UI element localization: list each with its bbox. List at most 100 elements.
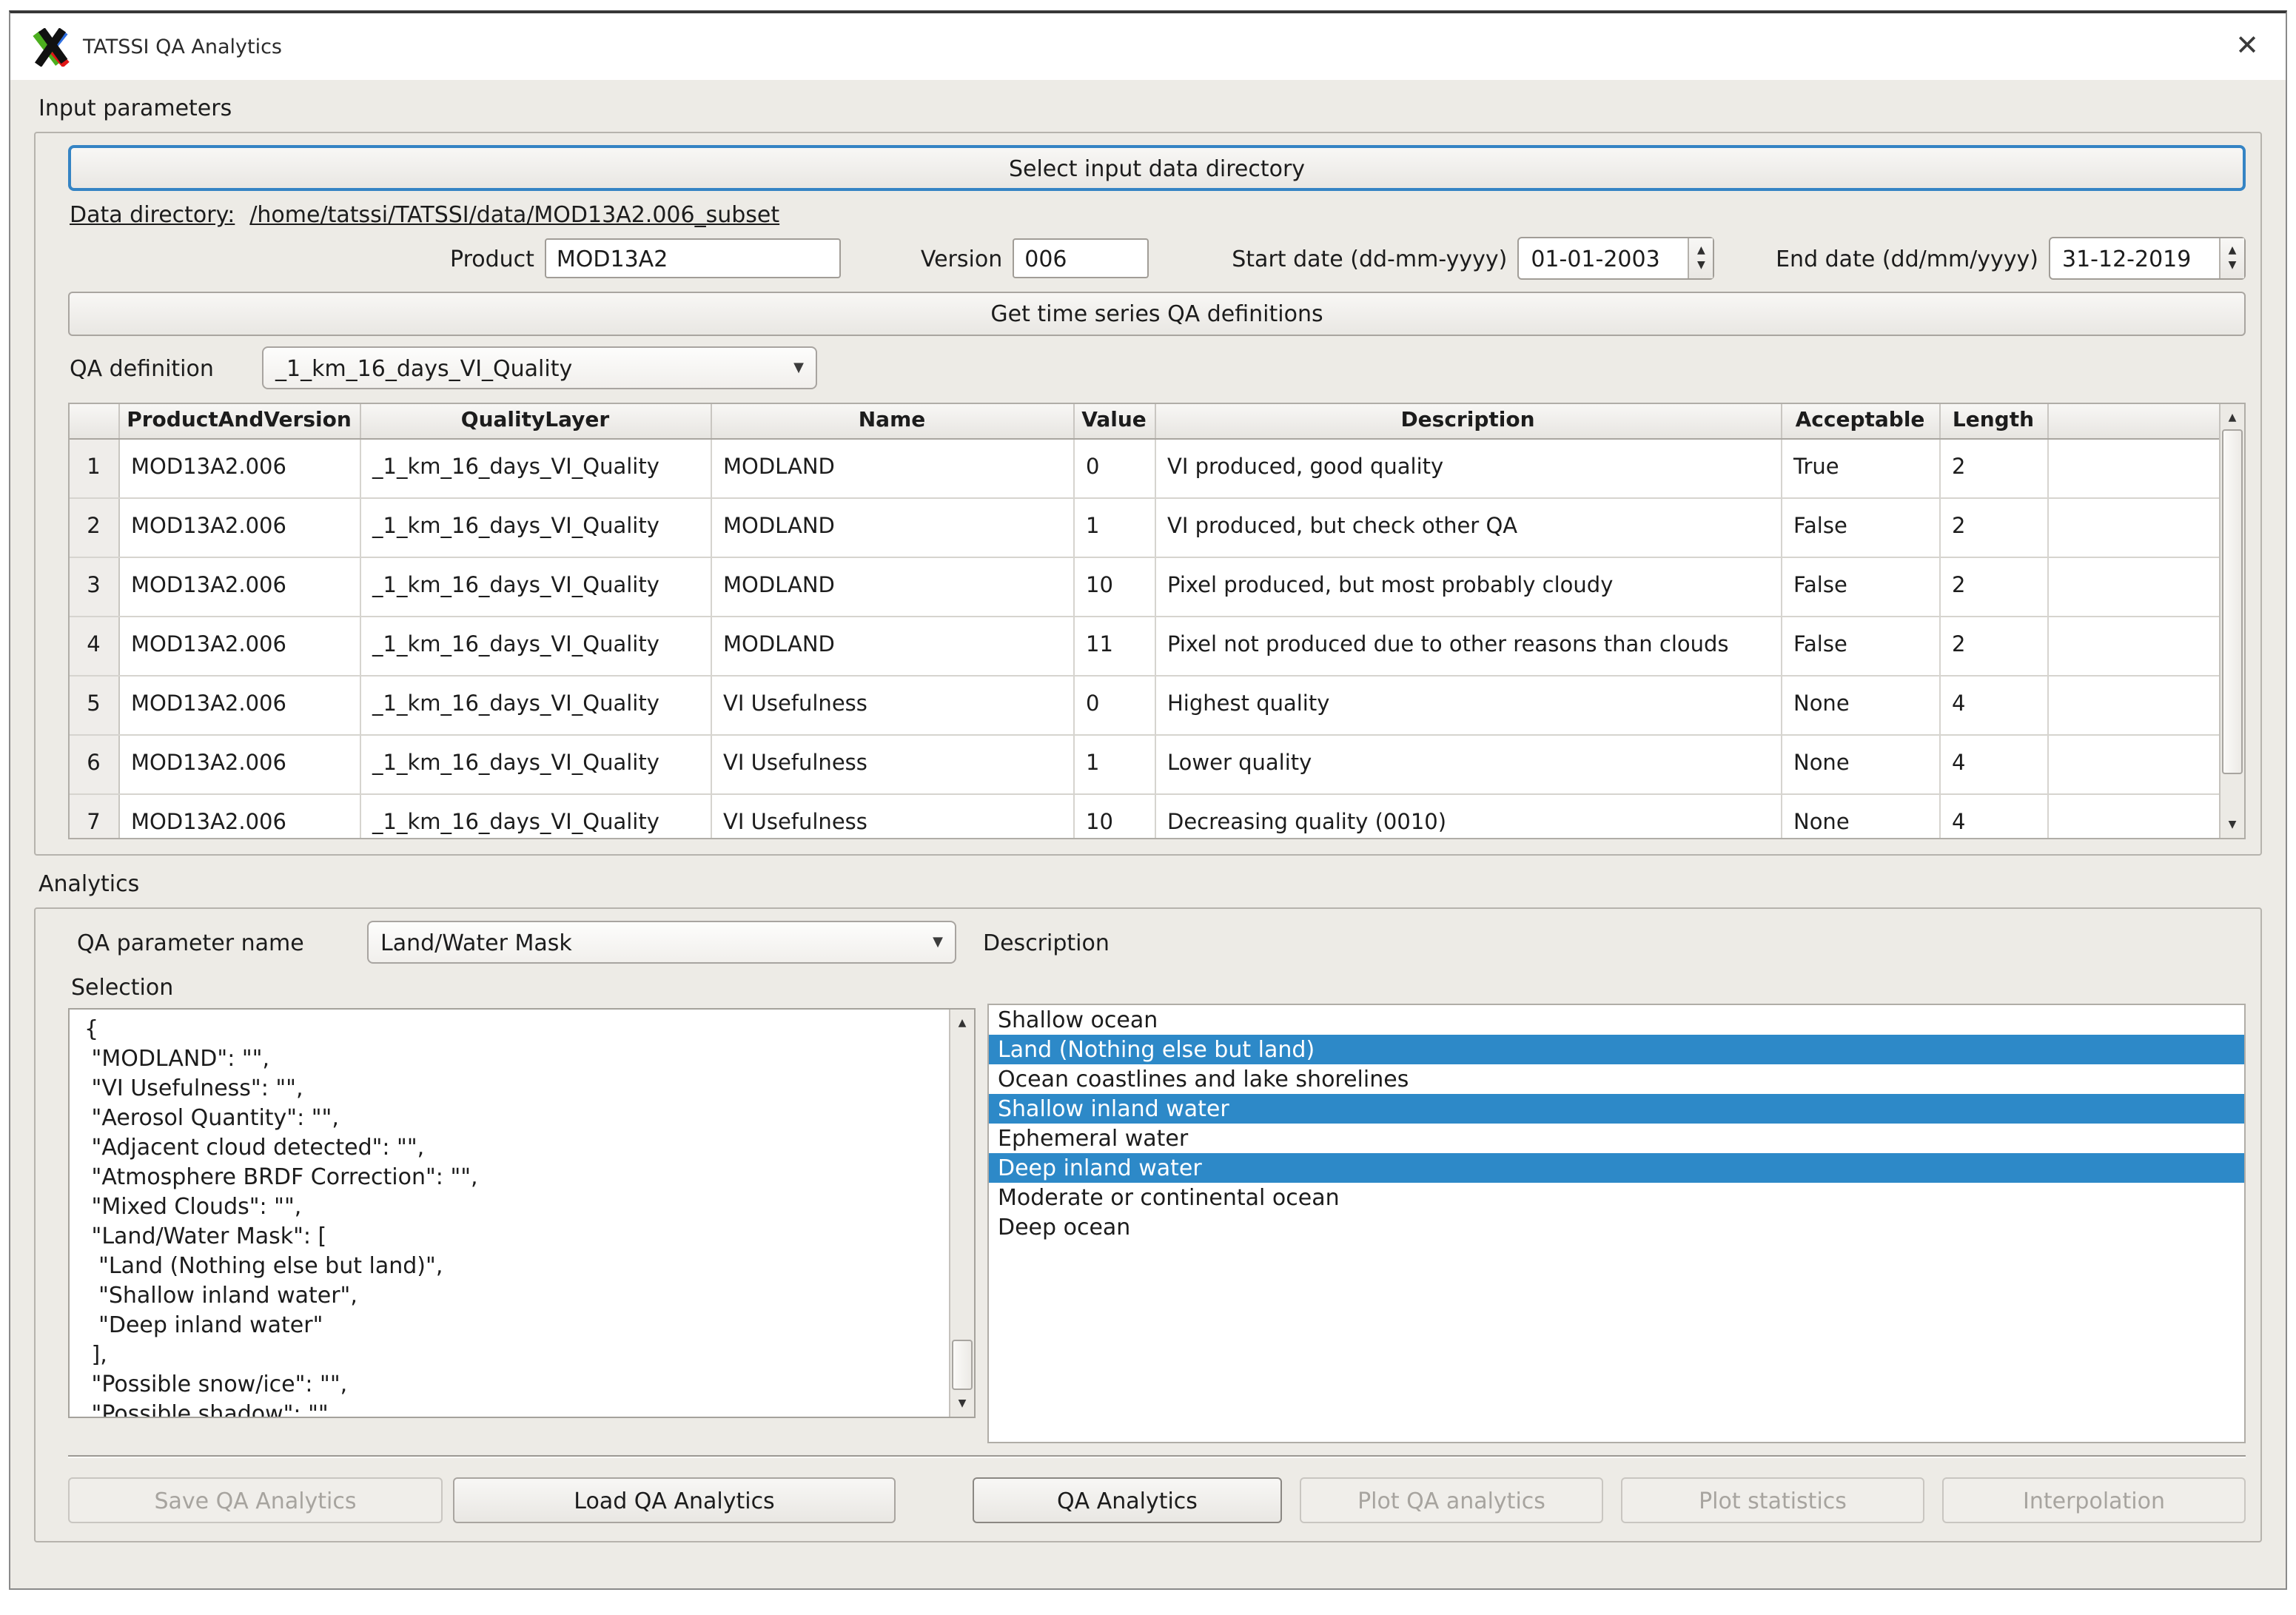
- row-number-cell: 4: [70, 616, 118, 675]
- table-row[interactable]: 4 MOD13A2.006 _1_km_16_days_VI_Quality M…: [70, 616, 2226, 675]
- table-scrollbar[interactable]: ▲ ▼: [2219, 404, 2244, 838]
- start-date-spinbox[interactable]: 01-01-2003 ▲ ▼: [1517, 237, 1714, 280]
- quality-layer-cell: _1_km_16_days_VI_Quality: [360, 734, 711, 793]
- selection-text: { "MODLAND": "", "VI Usefulness": "", "A…: [70, 1010, 952, 1418]
- list-item[interactable]: Ephemeral water: [989, 1124, 2244, 1153]
- scroll-up-icon[interactable]: ▲: [2221, 406, 2244, 429]
- list-item[interactable]: Ocean coastlines and lake shorelines: [989, 1064, 2244, 1094]
- description-cell: Pixel not produced due to other reasons …: [1155, 616, 1781, 675]
- col-quality-layer[interactable]: QualityLayer: [360, 404, 711, 438]
- name-cell: MODLAND: [711, 557, 1073, 616]
- start-date-spin-buttons[interactable]: ▲ ▼: [1688, 238, 1713, 278]
- col-value[interactable]: Value: [1073, 404, 1155, 438]
- table-row[interactable]: 5 MOD13A2.006 _1_km_16_days_VI_Quality V…: [70, 675, 2226, 734]
- value-cell: 10: [1073, 557, 1155, 616]
- spin-down-icon[interactable]: ▼: [1697, 261, 1705, 271]
- app-logo-icon: [31, 27, 70, 66]
- interpolation-button[interactable]: Interpolation: [1942, 1477, 2246, 1523]
- plot-qa-analytics-button[interactable]: Plot QA analytics: [1300, 1477, 1603, 1523]
- product-version-cell: MOD13A2.006: [118, 793, 360, 839]
- table-header-row: ProductAndVersion QualityLayer Name Valu…: [70, 404, 2226, 438]
- list-item[interactable]: Shallow inland water: [989, 1094, 2244, 1124]
- selection-label: Selection: [71, 974, 976, 1001]
- col-length[interactable]: Length: [1939, 404, 2047, 438]
- end-date-spinbox[interactable]: 31-12-2019 ▲ ▼: [2049, 237, 2246, 280]
- table-row[interactable]: 2 MOD13A2.006 _1_km_16_days_VI_Quality M…: [70, 497, 2226, 557]
- plot-statistics-button[interactable]: Plot statistics: [1621, 1477, 1924, 1523]
- filler-cell: [2047, 438, 2226, 497]
- length-cell: 4: [1939, 793, 2047, 839]
- row-number-cell: 2: [70, 497, 118, 557]
- qa-parameter-combobox[interactable]: Land/Water Mask ▼: [367, 921, 956, 964]
- name-cell: MODLAND: [711, 497, 1073, 557]
- col-name[interactable]: Name: [711, 404, 1073, 438]
- acceptable-cell: None: [1781, 675, 1939, 734]
- value-cell: 1: [1073, 497, 1155, 557]
- save-qa-analytics-button[interactable]: Save QA Analytics: [68, 1477, 443, 1523]
- get-qa-definitions-button[interactable]: Get time series QA definitions: [68, 292, 2246, 336]
- acceptable-cell: None: [1781, 734, 1939, 793]
- version-field[interactable]: 006: [1013, 238, 1149, 278]
- end-date-spin-buttons[interactable]: ▲ ▼: [2219, 238, 2244, 278]
- qa-parameter-row: QA parameter name Land/Water Mask ▼ Desc…: [68, 921, 2246, 964]
- input-parameters-group: Select input data directory Data directo…: [34, 132, 2262, 856]
- length-cell: 2: [1939, 497, 2047, 557]
- product-version-cell: MOD13A2.006: [118, 557, 360, 616]
- length-cell: 4: [1939, 675, 2047, 734]
- value-cell: 1: [1073, 734, 1155, 793]
- col-description[interactable]: Description: [1155, 404, 1781, 438]
- qa-definition-combobox[interactable]: _1_km_16_days_VI_Quality ▼: [262, 346, 817, 389]
- scroll-up-icon[interactable]: ▲: [950, 1011, 974, 1035]
- load-qa-analytics-button[interactable]: Load QA Analytics: [453, 1477, 896, 1523]
- quality-layer-cell: _1_km_16_days_VI_Quality: [360, 557, 711, 616]
- product-field[interactable]: MOD13A2: [545, 238, 841, 278]
- fields-row: Product MOD13A2 Version 006 Start date (…: [68, 237, 2246, 280]
- description-cell: Highest quality: [1155, 675, 1781, 734]
- selection-textarea[interactable]: { "MODLAND": "", "VI Usefulness": "", "A…: [68, 1008, 976, 1418]
- spin-up-icon[interactable]: ▲: [1697, 246, 1705, 256]
- col-product-version[interactable]: ProductAndVersion: [118, 404, 360, 438]
- close-icon[interactable]: ✕: [2229, 30, 2265, 64]
- description-label: Description: [983, 929, 1110, 956]
- select-input-directory-button[interactable]: Select input data directory: [68, 145, 2246, 191]
- row-number-cell: 7: [70, 793, 118, 839]
- end-date-value: 31-12-2019: [2050, 238, 2219, 278]
- description-cell: Lower quality: [1155, 734, 1781, 793]
- table-row[interactable]: 3 MOD13A2.006 _1_km_16_days_VI_Quality M…: [70, 557, 2226, 616]
- table-row[interactable]: 1 MOD13A2.006 _1_km_16_days_VI_Quality M…: [70, 438, 2226, 497]
- spin-down-icon[interactable]: ▼: [2229, 261, 2237, 271]
- spin-up-icon[interactable]: ▲: [2229, 246, 2237, 256]
- selection-scrollbar-thumb[interactable]: [952, 1340, 973, 1390]
- button-separator: [68, 1455, 2246, 1458]
- corner-header-cell: [70, 404, 118, 438]
- filler-cell: [2047, 734, 2226, 793]
- name-cell: MODLAND: [711, 616, 1073, 675]
- list-item[interactable]: Shallow ocean: [989, 1005, 2244, 1035]
- end-date-label: End date (dd/mm/yyyy): [1776, 245, 2038, 272]
- list-item[interactable]: Deep inland water: [989, 1153, 2244, 1183]
- analytics-main-row: Selection { "MODLAND": "", "VI Usefulnes…: [68, 971, 2246, 1443]
- selection-scrollbar[interactable]: ▲ ▼: [949, 1010, 974, 1417]
- name-cell: VI Usefulness: [711, 675, 1073, 734]
- list-item[interactable]: Land (Nothing else but land): [989, 1035, 2244, 1064]
- length-cell: 2: [1939, 557, 2047, 616]
- name-cell: VI Usefulness: [711, 734, 1073, 793]
- filler-cell: [2047, 497, 2226, 557]
- qa-analytics-button[interactable]: QA Analytics: [973, 1477, 1282, 1523]
- table-row[interactable]: 7 MOD13A2.006 _1_km_16_days_VI_Quality V…: [70, 793, 2226, 839]
- table-row[interactable]: 6 MOD13A2.006 _1_km_16_days_VI_Quality V…: [70, 734, 2226, 793]
- table-scrollbar-thumb[interactable]: [2222, 429, 2243, 774]
- chevron-down-icon: ▼: [793, 360, 804, 375]
- list-item[interactable]: Moderate or continental ocean: [989, 1183, 2244, 1212]
- col-acceptable[interactable]: Acceptable: [1781, 404, 1939, 438]
- filler-cell: [2047, 793, 2226, 839]
- input-parameters-label: Input parameters: [38, 95, 2262, 121]
- list-item[interactable]: Deep ocean: [989, 1212, 2244, 1242]
- scroll-down-icon[interactable]: ▼: [2221, 813, 2244, 836]
- scroll-down-icon[interactable]: ▼: [950, 1391, 974, 1415]
- quality-layer-cell: _1_km_16_days_VI_Quality: [360, 616, 711, 675]
- qa-definitions-table: ProductAndVersion QualityLayer Name Valu…: [68, 403, 2246, 839]
- value-cell: 0: [1073, 675, 1155, 734]
- acceptable-cell: None: [1781, 793, 1939, 839]
- name-cell: MODLAND: [711, 438, 1073, 497]
